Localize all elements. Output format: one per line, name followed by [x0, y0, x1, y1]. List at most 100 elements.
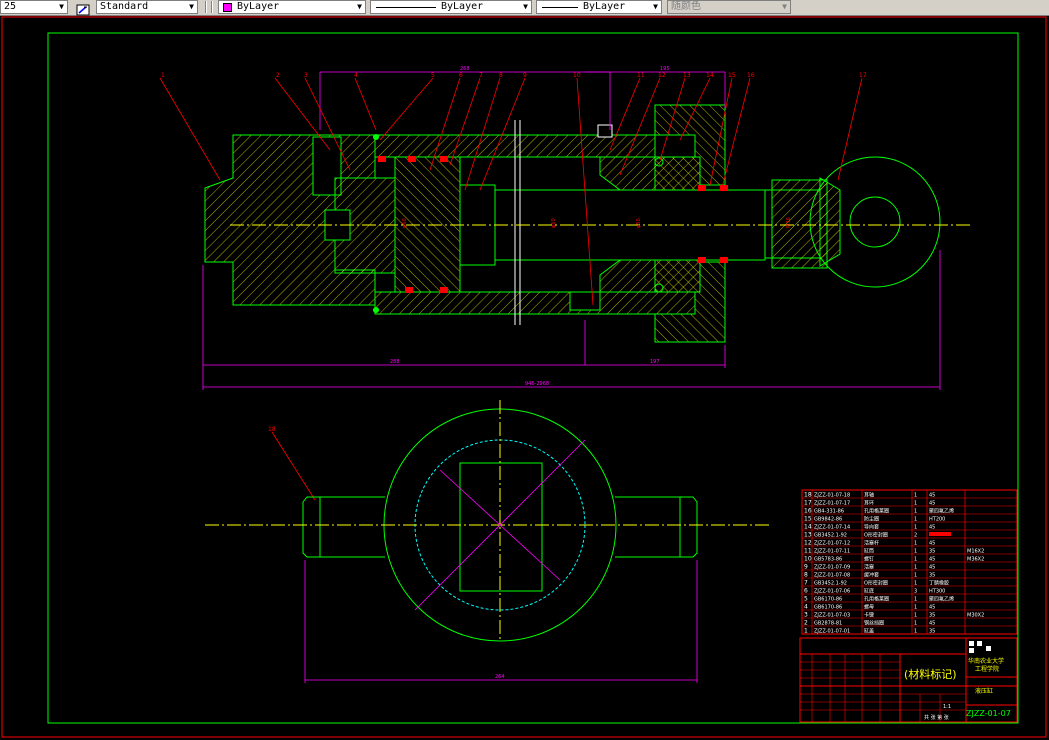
bom-cell-code: ZJZZ-01-07-17 [814, 501, 850, 507]
lineweight-select[interactable]: ByLayer ▼ [536, 0, 662, 14]
bom-cell-name: 耳环 [864, 501, 874, 507]
balloon-3: 3 [304, 72, 308, 79]
bom-cell-no: 2 [804, 620, 808, 627]
chevron-down-icon: ▼ [59, 2, 64, 11]
bom-cell-mat: 45 [929, 541, 935, 547]
balloon-9: 9 [523, 72, 527, 79]
bom-cell-mat: 45 [929, 501, 935, 507]
bom-cell-name: 钢丝挡圈 [864, 620, 884, 627]
bom-cell-no: 17 [804, 500, 812, 507]
balloon-16: 16 [747, 72, 755, 79]
bom-cell-qty: 1 [914, 509, 917, 515]
bom-cell-name: 活塞杆 [864, 540, 879, 547]
properties-toolbar: 25 ▼ Standard ▼ ByLayer ▼ ByLayer ▼ ByLa… [0, 0, 1049, 16]
drawing-canvas[interactable]: φ60 φ50 φ50 M36 268 195 288 197 946-2968 [0, 15, 1049, 740]
bom-cell-qty: 1 [914, 517, 917, 523]
bom-cell-mat: HT200 [929, 517, 945, 523]
plot-style-value: 随颜色 [671, 1, 701, 12]
balloon-14: 14 [706, 72, 714, 79]
dimscale-value: 25 [4, 1, 17, 12]
dimscale-select[interactable]: 25 ▼ [0, 0, 68, 14]
bom-cell-qty: 1 [914, 525, 917, 531]
bom-cell-no: 14 [804, 524, 812, 531]
text-style-select[interactable]: Standard ▼ [96, 0, 198, 14]
bom-cell-mat: 45 [929, 605, 935, 611]
bom-cell-name: 活塞 [864, 564, 874, 571]
linetype-select[interactable]: ByLayer ▼ [370, 0, 532, 14]
bom-cell-qty: 3 [914, 589, 917, 595]
bom-cell-name: O形密封圈 [864, 532, 888, 539]
bom-cell-qty: 1 [914, 557, 917, 563]
bom-cell-note: M16X2 [967, 549, 984, 555]
dim-bottom-overall: 946-2968 [525, 381, 549, 387]
svg-text:M36: M36 [786, 217, 792, 228]
bom-cell-code: ZJZZ-01-07-06 [814, 589, 850, 595]
bom-cell-name: 孔用格莱圈 [864, 596, 889, 603]
bom-cell-qty: 1 [914, 501, 917, 507]
balloon-13: 13 [683, 72, 691, 79]
bom-cell-name: 耳轴 [864, 492, 874, 499]
bom-cell-mat: 聚四氟乙烯 [929, 508, 954, 515]
bom-table: 18 ZJZZ-01-07-18 耳轴 1 4517 ZJZZ-01-07-17 耳环 1 45… [801, 489, 1018, 635]
bom-cell-code: GB6170-86 [814, 597, 842, 603]
weld-dot [373, 307, 379, 313]
chevron-down-icon: ▼ [189, 2, 194, 11]
svg-text:φ60: φ60 [402, 218, 408, 228]
bom-cell-mat: 45 [929, 557, 935, 563]
bom-cell-no: 6 [804, 588, 808, 595]
dim-bottom-right: 197 [650, 359, 660, 365]
lineweight-sample-icon [542, 7, 578, 8]
trunnion-left-pin [302, 496, 385, 558]
barrel-bottom-wall [374, 291, 696, 315]
bom-cell-qty: 1 [914, 565, 917, 571]
weld-dot [373, 134, 379, 140]
dim-bottom-left: 288 [390, 359, 400, 365]
toolbar-separator [211, 1, 213, 13]
balloon-2: 2 [276, 72, 280, 79]
text-style-value: Standard [100, 1, 149, 12]
bom-cell-name: 卡键 [864, 612, 874, 619]
dim-lower-overall: 264 [495, 674, 505, 680]
bom-cell-qty: 1 [914, 581, 917, 587]
drawing-number: ZJZZ-01-07 [966, 709, 1011, 718]
bom-cell-qty: 1 [914, 621, 917, 627]
chevron-down-icon: ▼ [523, 2, 528, 11]
bom-cell-name: 导向套 [864, 524, 879, 531]
balloon-7: 7 [479, 72, 483, 79]
linetype-sample-icon [376, 7, 436, 8]
bom-cell-name: 缸盖 [864, 628, 874, 635]
bom-cell-no: 5 [804, 596, 808, 603]
balloon-8: 8 [499, 72, 503, 79]
text-style-icon[interactable] [76, 1, 90, 16]
bom-cell-no: 7 [804, 580, 808, 587]
bom-cell-code: GB5783-86 [814, 557, 842, 563]
bom-cell-no: 3 [804, 612, 808, 619]
bom-cell-code: GB3452.1-92 [814, 581, 847, 587]
bom-cell-code: ZJZZ-01-07-12 [814, 541, 850, 547]
bom-cell-qty: 1 [914, 613, 917, 619]
bom-cell-qty: 1 [914, 549, 917, 555]
outer-border [1, 16, 1047, 738]
bom-cell-mat: 35 [929, 573, 935, 579]
svg-text:φ50: φ50 [636, 218, 642, 228]
school-sub: 工程学院 [975, 665, 999, 673]
plot-style-select: 随颜色 ▼ [667, 0, 791, 14]
color-select[interactable]: ByLayer ▼ [218, 0, 366, 14]
bom-cell-no: 13 [804, 532, 812, 539]
bom-cell-mat: 35 [929, 613, 935, 619]
school-name: 华南农业大学 [968, 657, 1004, 665]
toolbar-separator [205, 1, 207, 13]
balloon-11: 11 [637, 72, 645, 79]
bom-cell-name: 缸底 [864, 588, 874, 595]
bom-cell-no: 9 [804, 564, 808, 571]
bom-cell-mat: 丁腈橡胶 [929, 580, 949, 587]
linetype-value: ByLayer [441, 1, 484, 12]
bom-cell-mat: 45 [929, 565, 935, 571]
chevron-down-icon: ▼ [357, 2, 362, 11]
bom-cell-mat: HT300 [929, 589, 945, 595]
bom-cell-code: ZJZZ-01-07-03 [814, 613, 850, 619]
bom-cell-qty: 2 [914, 533, 917, 539]
bom-cell-note: M36X2 [967, 557, 984, 563]
bom-cell-no: 15 [804, 516, 812, 523]
bom-cell-mat: 45 [929, 525, 935, 531]
